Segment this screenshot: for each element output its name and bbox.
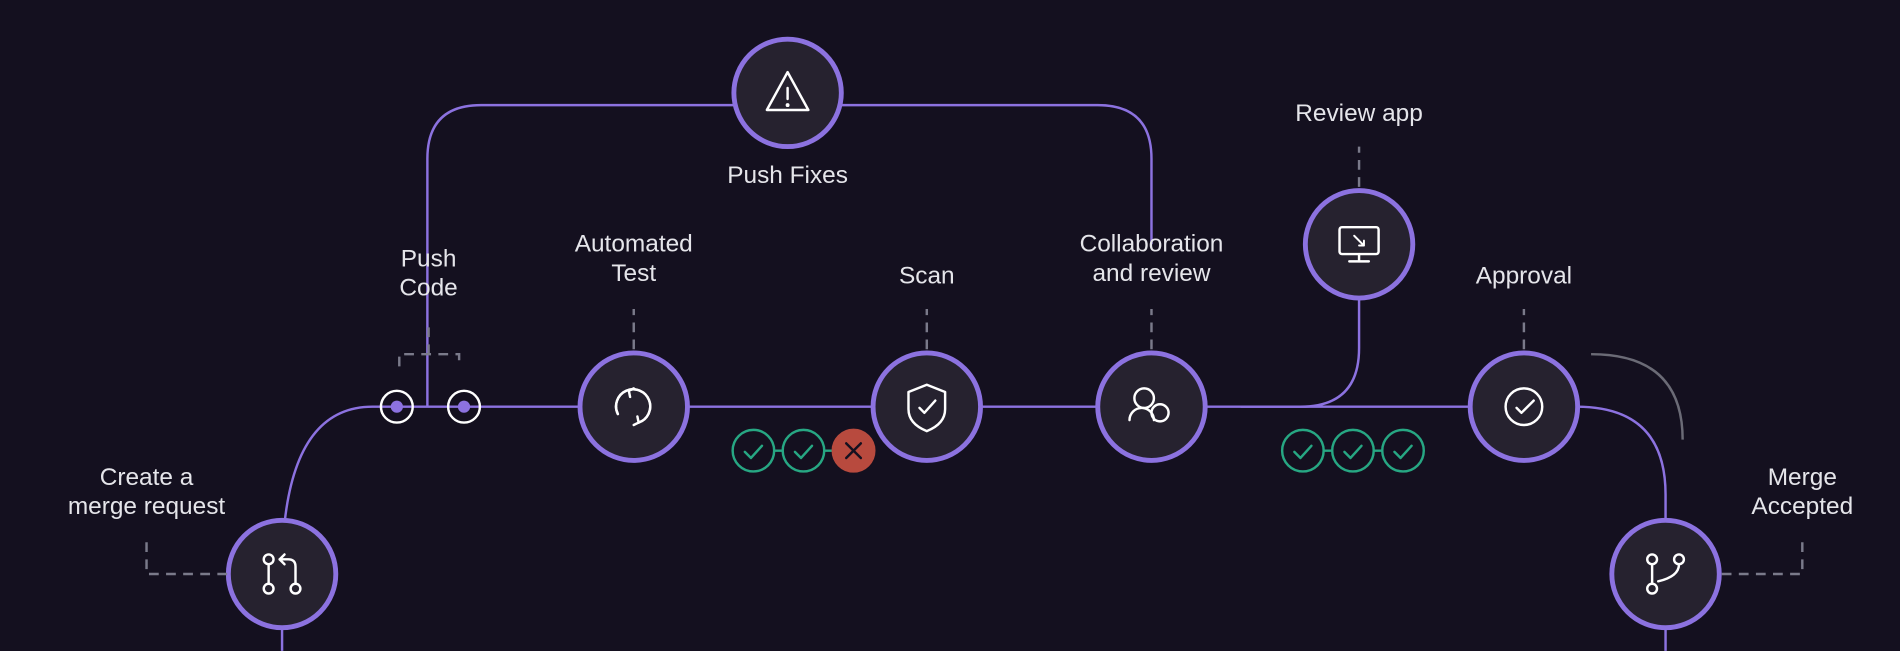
label-push-fixes: Push Fixes [727, 162, 848, 189]
pipeline-main-edge [282, 407, 1665, 651]
status-chip-pass [783, 430, 825, 472]
approval-arc [1591, 354, 1683, 439]
node-push-code: PushCode [381, 245, 480, 422]
node-push-fixes: Push Fixes [727, 39, 848, 189]
node-approval: Approval [1470, 262, 1577, 460]
label-approval: Approval [1476, 262, 1572, 289]
status-chip-pass [733, 430, 775, 472]
node-create-merge-request: Create amerge request [68, 464, 336, 628]
pipeline-diagram: .edge{stroke:#8c72e0;stroke-width:2;fill… [0, 0, 1900, 651]
status-review-results [1282, 430, 1424, 472]
node-scan: Scan [873, 262, 980, 460]
status-chip-pass [1282, 430, 1324, 472]
status-chip-pass [1382, 430, 1424, 472]
node-review-app: Review app [1295, 100, 1423, 298]
status-chip-fail [833, 430, 875, 472]
label-scan: Scan [899, 262, 955, 289]
label-merge-accepted: MergeAccepted [1751, 464, 1853, 520]
label-automated-test: AutomatedTest [575, 231, 693, 287]
node-automated-test: AutomatedTest [575, 231, 693, 461]
node-collab-review: Collaborationand review [1080, 231, 1224, 461]
pipeline-review-branch [1241, 299, 1359, 406]
label-create-mr: Create amerge request [68, 464, 226, 520]
node-merge-accepted: MergeAccepted [1612, 464, 1853, 628]
status-chip-pass [1332, 430, 1374, 472]
pipeline-fixes-loop [427, 105, 1151, 407]
status-test-results [733, 430, 875, 472]
label-collab: Collaborationand review [1080, 231, 1224, 287]
label-review-app: Review app [1295, 100, 1423, 127]
